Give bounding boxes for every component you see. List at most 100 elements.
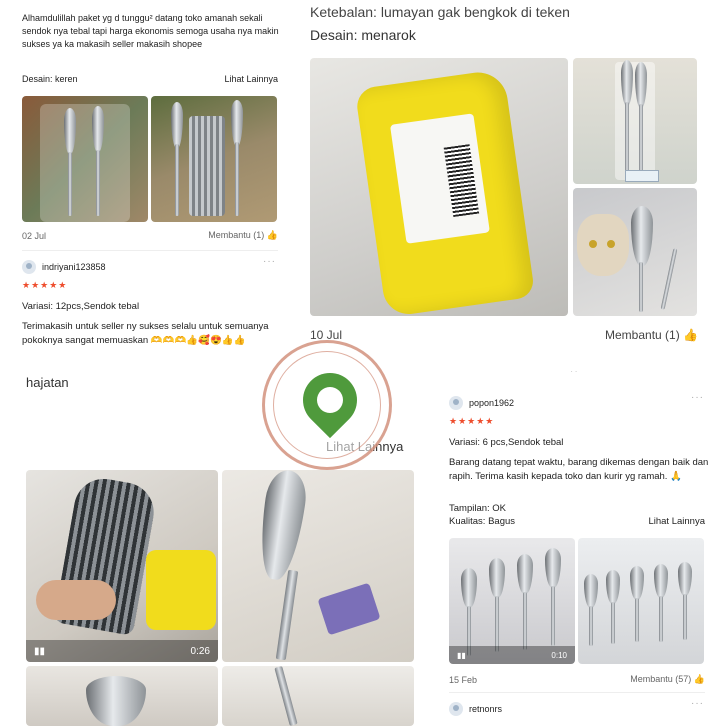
spoon-image bbox=[630, 566, 644, 600]
review-photo-4[interactable] bbox=[26, 666, 218, 726]
video-icon: ▮▮ bbox=[34, 645, 46, 657]
more-options-icon[interactable]: ··· bbox=[691, 698, 704, 709]
review-panel-2: Ketebalan: lumayan gak bengkok di teken … bbox=[298, 0, 726, 372]
design-row: Desain: keren Lihat Lainnya bbox=[22, 74, 278, 84]
shipping-label bbox=[389, 113, 490, 244]
more-options-icon[interactable]: ··· bbox=[263, 256, 276, 267]
spoon-image bbox=[86, 676, 146, 726]
review-photo-5[interactable] bbox=[222, 666, 414, 726]
review-video-thumbnail[interactable]: ▮▮ 0:10 bbox=[449, 538, 575, 664]
design-label: Desain: keren bbox=[22, 74, 78, 84]
spoon-image bbox=[584, 574, 598, 608]
review-photo-2[interactable] bbox=[151, 96, 277, 222]
spoon-handle bbox=[660, 248, 678, 310]
rating-stars: ★★★★★ bbox=[449, 416, 495, 426]
cat-head bbox=[577, 214, 629, 276]
design-label: Desain: menarok bbox=[310, 27, 416, 43]
review-text: hajatan bbox=[26, 375, 69, 390]
plastic-bag bbox=[40, 104, 130, 222]
date-helpful-row: 02 Jul Membantu (1) 👍 bbox=[22, 230, 278, 241]
review-date: 15 Feb bbox=[449, 674, 478, 685]
spoon-handle bbox=[175, 144, 179, 216]
review-comment: Terimakasih untuk seller ny sukses selal… bbox=[22, 321, 269, 346]
store-icon bbox=[311, 381, 349, 419]
helpful-button[interactable]: Membantu (1) 👍 bbox=[605, 328, 698, 342]
spoon-image bbox=[678, 562, 692, 596]
video-controls[interactable]: ▮▮ 0:10 bbox=[449, 646, 575, 664]
review-photo-cat[interactable] bbox=[573, 188, 697, 316]
thumbs-up-icon: 👍 bbox=[683, 328, 698, 342]
yellow-package bbox=[354, 68, 536, 316]
review-photo-1[interactable] bbox=[22, 96, 148, 222]
spoon-handle bbox=[611, 602, 615, 644]
username[interactable]: retnonrs bbox=[469, 703, 502, 716]
spoon-handle bbox=[495, 596, 499, 652]
spoon-image bbox=[606, 570, 620, 604]
date-helpful-row: 15 Feb Membantu (57) 👍 bbox=[449, 674, 705, 685]
spoon-image bbox=[517, 554, 533, 594]
spoon-handle bbox=[589, 606, 593, 646]
see-more-link[interactable]: Lihat Lainnya bbox=[648, 516, 705, 527]
spoon-image bbox=[545, 548, 561, 588]
username[interactable]: indriyani123858 bbox=[42, 261, 106, 274]
spoon-handle bbox=[639, 104, 643, 172]
quality-rating: Kualitas: Bagus bbox=[449, 516, 516, 527]
spoon-handle bbox=[235, 142, 239, 216]
spoon-image bbox=[171, 102, 183, 148]
thumbs-up-icon: 👍 bbox=[693, 675, 705, 685]
spoon-image bbox=[631, 206, 653, 266]
spoon-handle bbox=[625, 102, 629, 172]
chevron-down-icon[interactable]: ⌄ bbox=[568, 360, 580, 372]
display-rating: Tampilan: OK bbox=[449, 503, 507, 514]
variation-text: Variasi: 6 pcs,Sendok tebal bbox=[449, 437, 564, 448]
video-duration: 0:10 bbox=[551, 650, 567, 660]
spoon-handle bbox=[639, 262, 643, 312]
review-video-thumbnail[interactable]: ▮▮ 0:26 bbox=[26, 470, 218, 662]
review-comment: Barang datang tepat waktu, barang dikema… bbox=[449, 457, 709, 482]
spoon-handle bbox=[274, 666, 298, 726]
rating-stars: ★★★★★ bbox=[22, 280, 68, 290]
video-icon: ▮▮ bbox=[457, 650, 466, 660]
barcode-icon bbox=[443, 144, 480, 218]
helpful-button[interactable]: Membantu (57) 👍 bbox=[630, 674, 705, 685]
video-duration: 0:26 bbox=[190, 645, 210, 657]
yellow-package bbox=[146, 550, 216, 630]
review-photo-spoons-row[interactable] bbox=[578, 538, 704, 664]
helpful-label: Membantu (1) bbox=[605, 328, 680, 342]
spoon-handle bbox=[68, 152, 72, 216]
spoon-handle bbox=[635, 598, 639, 642]
more-options-icon[interactable]: ··· bbox=[691, 392, 704, 403]
review-photo-spoon-closeup[interactable] bbox=[222, 470, 414, 662]
spoon-image bbox=[654, 564, 668, 598]
review-date: 02 Jul bbox=[22, 230, 47, 241]
username[interactable]: popon1962 bbox=[469, 397, 514, 410]
spoon-image bbox=[254, 470, 310, 583]
review-text: Alhamdulillah paket yg d tunggu² datang … bbox=[22, 13, 279, 50]
see-more-link[interactable]: Lihat Lainnya bbox=[224, 74, 278, 84]
spoon-handle bbox=[275, 569, 299, 661]
spoon-handle bbox=[551, 586, 555, 646]
cat-eye bbox=[607, 240, 615, 248]
thickness-line: Ketebalan: lumayan gak bengkok di teken bbox=[310, 4, 570, 20]
cat-eye bbox=[589, 240, 597, 248]
video-controls[interactable]: ▮▮ 0:26 bbox=[26, 640, 218, 662]
avatar[interactable] bbox=[449, 396, 463, 410]
review-panel-1: Alhamdulillah paket yg d tunggu² datang … bbox=[0, 0, 298, 372]
helpful-label: Membantu (1) bbox=[208, 230, 265, 240]
divider bbox=[449, 692, 705, 693]
divider bbox=[22, 250, 278, 251]
hand-image bbox=[36, 580, 116, 620]
product-tag bbox=[625, 170, 659, 182]
spoon-handle bbox=[683, 594, 687, 640]
spoon-handle bbox=[523, 592, 527, 650]
spoon-image bbox=[489, 558, 505, 598]
helpful-label: Membantu (57) bbox=[630, 674, 692, 684]
helpful-button[interactable]: Membantu (1) 👍 bbox=[208, 230, 278, 241]
review-photo-spoons-bag[interactable] bbox=[573, 58, 697, 184]
spoon-image bbox=[461, 568, 477, 608]
avatar[interactable] bbox=[449, 702, 463, 716]
review-photo-package[interactable] bbox=[310, 58, 568, 316]
variation-text: Variasi: 12pcs,Sendok tebal bbox=[22, 301, 140, 312]
avatar[interactable] bbox=[22, 260, 36, 274]
spoon-stack bbox=[189, 116, 225, 216]
